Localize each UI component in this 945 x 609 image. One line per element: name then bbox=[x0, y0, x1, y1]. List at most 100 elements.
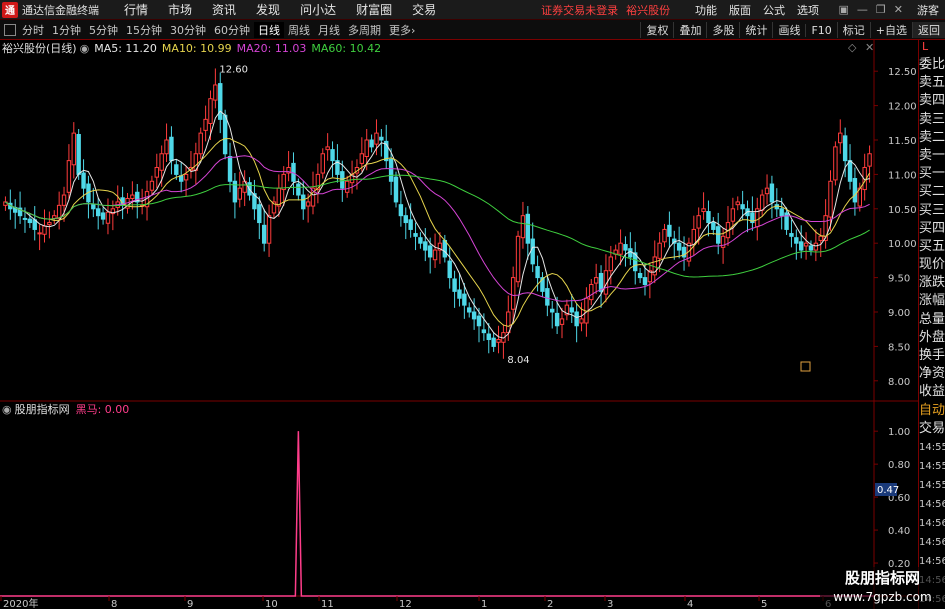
period-monthly[interactable]: 月线 bbox=[314, 22, 344, 38]
minimize-icon[interactable]: — bbox=[857, 3, 868, 16]
price-tick-label: 9.50 bbox=[888, 274, 910, 285]
quote-panel: L 委比 卖五 卖四 卖三 卖二 卖一 买一 买二 买三 买四 买五 现价 涨跌 涨幅 总量 外盘 换手 净资 收益… bbox=[918, 40, 945, 609]
candle-down bbox=[27, 218, 33, 224]
trade-label[interactable]: 交易 bbox=[919, 420, 945, 438]
candle-down bbox=[447, 260, 452, 279]
quote-field-label: 净资 bbox=[919, 366, 945, 382]
menu-options[interactable]: 选项 bbox=[791, 2, 825, 18]
x-tick-label: 9 bbox=[187, 599, 193, 609]
candle-up bbox=[496, 339, 501, 343]
watermark-title: 股朋指标网 bbox=[844, 569, 920, 587]
period-5min[interactable]: 5分钟 bbox=[85, 22, 122, 38]
main-menu: 行情 市场 资讯 发现 问小达 财富圈 交易 bbox=[114, 1, 446, 18]
mark-button[interactable]: 标记 bbox=[836, 22, 870, 38]
candle-up bbox=[37, 232, 42, 235]
candle-down bbox=[779, 208, 784, 217]
more-arrow-icon: › bbox=[411, 23, 416, 37]
restore-rights-button[interactable]: 复权 bbox=[640, 22, 673, 38]
event-marker-icon[interactable] bbox=[800, 361, 811, 372]
back-button[interactable]: 返回 bbox=[912, 22, 945, 38]
menu-trade[interactable]: 交易 bbox=[402, 1, 446, 18]
close-icon[interactable]: ✕ bbox=[894, 3, 903, 16]
statistics-button[interactable]: 统计 bbox=[739, 22, 772, 38]
period-weekly[interactable]: 周线 bbox=[284, 22, 314, 38]
candle-down bbox=[174, 164, 179, 175]
current-stock-link[interactable]: 裕兴股份 bbox=[626, 2, 670, 18]
period-menu-icon[interactable] bbox=[4, 23, 16, 36]
menu-quotes[interactable]: 行情 bbox=[114, 1, 158, 18]
quote-field-label: 卖四 bbox=[919, 93, 945, 109]
menu-market[interactable]: 市场 bbox=[158, 1, 202, 18]
trade-login-notice[interactable]: 证券交易未登录 bbox=[541, 2, 618, 18]
menu-news[interactable]: 资讯 bbox=[202, 1, 246, 18]
candle-up bbox=[589, 283, 594, 301]
candle-down bbox=[423, 241, 428, 251]
candle-up bbox=[344, 180, 350, 193]
app-name: 通达信金融终端 bbox=[22, 3, 99, 17]
candle-down bbox=[842, 135, 848, 162]
x-tick-label: 4 bbox=[687, 599, 693, 609]
menu-layout[interactable]: 版面 bbox=[723, 2, 757, 18]
ma10-line bbox=[5, 138, 871, 327]
candle-down bbox=[369, 139, 374, 148]
period-daily[interactable]: 日线 bbox=[254, 21, 284, 38]
candle-down bbox=[711, 222, 716, 230]
multi-stock-button[interactable]: 多股 bbox=[706, 22, 739, 38]
x-tick-label: 3 bbox=[607, 599, 613, 609]
watermark-url: www.7gpzb.com bbox=[833, 590, 932, 604]
candle-down bbox=[471, 311, 477, 320]
candle-up bbox=[61, 194, 67, 206]
f10-button[interactable]: F10 bbox=[805, 23, 836, 37]
quote-field-label: 卖三 bbox=[919, 111, 945, 127]
menu-function[interactable]: 功能 bbox=[689, 2, 723, 18]
auto-trade-toggle[interactable]: 自动 bbox=[919, 402, 945, 420]
draw-line-button[interactable]: 画线 bbox=[772, 22, 805, 38]
candle-down bbox=[706, 211, 711, 224]
period-more[interactable]: 更多› bbox=[385, 22, 419, 38]
candle-up bbox=[432, 249, 438, 261]
tick-time: 14:56 bbox=[919, 536, 945, 548]
overlay-button[interactable]: 叠加 bbox=[673, 22, 706, 38]
menu-formula[interactable]: 公式 bbox=[757, 2, 791, 18]
tick-time: 14:56 bbox=[919, 517, 945, 529]
quote-field-label: 收益 bbox=[919, 384, 945, 400]
price-tick-label: 11.50 bbox=[888, 136, 917, 147]
price-tick-label: 9.00 bbox=[888, 308, 910, 319]
quote-field-label: 买四 bbox=[919, 220, 945, 236]
menu-ask[interactable]: 问小达 bbox=[290, 1, 346, 18]
x-tick-label: 10 bbox=[265, 599, 278, 609]
candle-up bbox=[838, 132, 843, 144]
title-bar: 通 通达信金融终端 行情 市场 资讯 发现 问小达 财富圈 交易 证券交易未登录… bbox=[0, 0, 945, 20]
candle-up bbox=[325, 146, 330, 151]
period-tick[interactable]: 分时 bbox=[18, 22, 48, 38]
period-multi[interactable]: 多周期 bbox=[344, 22, 385, 38]
candle-down bbox=[261, 224, 267, 244]
candle-down bbox=[554, 312, 560, 327]
tick-time: 14:55 bbox=[919, 479, 945, 491]
candle-down bbox=[427, 245, 433, 258]
price-tick-label: 12.00 bbox=[888, 102, 917, 113]
candle-down bbox=[491, 337, 496, 347]
candle-down bbox=[462, 293, 467, 306]
candle-up bbox=[52, 215, 57, 219]
candle-up bbox=[66, 160, 72, 193]
period-1min[interactable]: 1分钟 bbox=[48, 22, 85, 38]
period-15min[interactable]: 15分钟 bbox=[122, 22, 166, 38]
menu-wealth[interactable]: 财富圈 bbox=[346, 1, 402, 18]
period-30min[interactable]: 30分钟 bbox=[166, 22, 210, 38]
skin-icon[interactable]: ▣ bbox=[839, 3, 849, 16]
panel-collapse-icon[interactable]: L bbox=[919, 40, 945, 56]
right-menu: 功能 版面 公式 选项 bbox=[689, 2, 825, 18]
candle-down bbox=[91, 204, 96, 210]
add-watchlist-button[interactable]: +自选 bbox=[869, 22, 912, 38]
candle-up bbox=[374, 132, 379, 145]
guest-user[interactable]: 游客 bbox=[917, 2, 939, 18]
toolbar-right: 复权 叠加 多股 统计 画线 F10 标记 +自选 返回 bbox=[640, 20, 945, 40]
period-60min[interactable]: 60分钟 bbox=[210, 22, 254, 38]
candle-up bbox=[813, 242, 819, 251]
candle-down bbox=[716, 226, 721, 244]
menu-discover[interactable]: 发现 bbox=[246, 1, 290, 18]
candle-down bbox=[769, 183, 775, 203]
restore-icon[interactable]: ❐ bbox=[876, 3, 886, 16]
chart-canvas[interactable]: 12.5012.0011.5011.0010.5010.009.509.008.… bbox=[0, 40, 918, 609]
